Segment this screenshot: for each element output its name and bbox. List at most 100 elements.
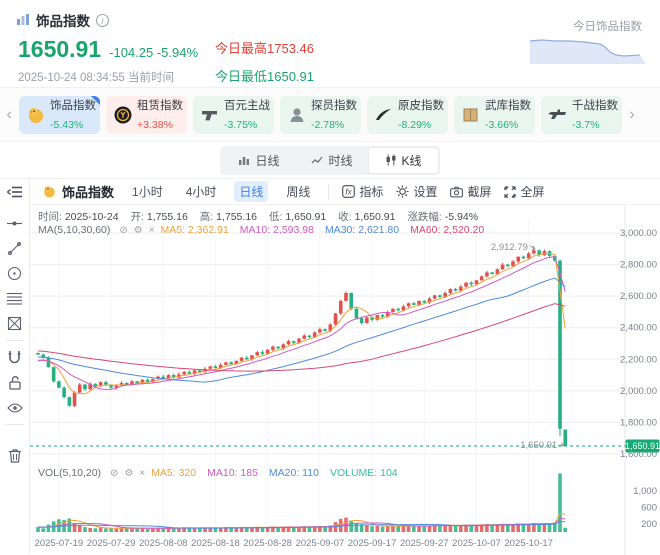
svg-text:2025-08-08: 2025-08-08 [139, 538, 188, 549]
index-chart-icon [16, 13, 30, 27]
today-low: 今日最低1650.91 [215, 66, 314, 85]
card-pct: -2.78% [311, 119, 344, 131]
screenshot-button[interactable]: 截屏 [450, 183, 491, 200]
button-label: 全屏 [520, 183, 544, 200]
tab-label: K线 [402, 152, 422, 169]
tab-daily-line[interactable]: 日线 [222, 148, 295, 173]
coin-icon [112, 105, 134, 125]
bar-chart-icon [238, 155, 250, 166]
svg-text:2025-09-07: 2025-09-07 [296, 538, 345, 549]
today-sparkline: 今日饰品指数 [530, 18, 646, 69]
svg-text:1,000: 1,000 [633, 486, 657, 497]
chart-panel: 饰品指数 1小时 4小时 日线 周线 fx 指标 设置 截屏 全屏 [0, 178, 660, 554]
range-1h[interactable]: 1小时 [127, 181, 168, 202]
index-card-yuanpi[interactable]: 原皮指数-8.29% [367, 96, 448, 134]
svg-text:1,800.00: 1,800.00 [620, 417, 657, 428]
svg-text:1,650.91: 1,650.91 [625, 441, 660, 451]
ma-info-bar: MA(5,10,30,60)⊘⚙× MA5: 2,362.91MA10: 2,5… [38, 224, 495, 236]
settings-button[interactable]: 设置 [396, 183, 437, 200]
index-card-zulin[interactable]: 租赁指数+3.38% [106, 96, 187, 134]
indicator-settings-icon[interactable]: ⚙ [134, 225, 143, 236]
range-1d[interactable]: 日线 [234, 181, 268, 202]
card-pct: -5.43% [50, 119, 83, 131]
svg-text:600: 600 [641, 502, 657, 513]
svg-text:fx: fx [346, 187, 353, 196]
tab-label: 日线 [255, 152, 279, 169]
svg-text:2025-09-17: 2025-09-17 [348, 538, 397, 549]
vol-info-bar: VOL(5,10,20)⊘⚙× MA5: 320MA10: 185MA20: 1… [38, 467, 409, 479]
tab-kline[interactable]: K线 [369, 148, 438, 173]
index-card-shipin[interactable]: 饰品指数 -5.43% [19, 96, 100, 134]
index-card-qianzhan[interactable]: 千战指数-3.7% [541, 96, 622, 134]
view-tabs-group: 日线 时线 K线 [220, 146, 439, 175]
trash-tool-icon[interactable] [0, 443, 30, 468]
pistol-icon [199, 105, 221, 125]
index-card-tanyuan[interactable]: 探员指数 -2.78% [280, 96, 361, 134]
remove-indicator-icon[interactable]: × [139, 468, 145, 479]
tab-label: 时线 [328, 152, 352, 169]
fibonacci-tool-icon[interactable] [0, 286, 30, 311]
card-pct: -3.75% [224, 119, 257, 131]
sparkline-chart [530, 34, 646, 64]
indicator-settings-icon[interactable]: ⚙ [124, 468, 133, 479]
card-name: 原皮指数 [398, 100, 444, 112]
lock-tool-icon[interactable] [0, 370, 30, 395]
svg-text:2,912.79: 2,912.79 [491, 242, 528, 253]
cards-prev-chevron[interactable]: ‹ [2, 106, 16, 124]
magnet-tool-icon[interactable] [0, 345, 30, 370]
svg-text:1,650.91: 1,650.91 [520, 440, 557, 451]
svg-text:2025-07-19: 2025-07-19 [35, 538, 84, 549]
indicator-fx-icon: fx [342, 185, 355, 198]
gear-icon [396, 185, 409, 198]
card-name: 武库指数 [485, 100, 531, 112]
hide-indicator-icon[interactable]: ⊘ [110, 468, 118, 479]
header: 饰品指数 i 1650.91 -104.25 -5.94% 2025-10-24… [0, 0, 660, 88]
svg-text:2025-07-29: 2025-07-29 [87, 538, 136, 549]
card-pct: +3.38% [137, 119, 173, 131]
today-high: 今日最高1753.46 [215, 38, 314, 57]
fullscreen-button[interactable]: 全屏 [504, 183, 544, 200]
agent-icon [286, 105, 308, 125]
page-title: 饰品指数 [36, 10, 90, 30]
range-1w[interactable]: 周线 [281, 181, 315, 202]
cards-next-chevron[interactable]: › [625, 106, 639, 124]
drawing-toolbar [0, 179, 30, 554]
collapse-sidebar-icon[interactable] [0, 179, 30, 205]
info-icon[interactable]: i [96, 14, 109, 27]
card-name: 千战指数 [572, 100, 618, 112]
button-label: 指标 [359, 183, 383, 200]
hide-indicator-icon[interactable]: ⊘ [119, 225, 127, 236]
candlestick-icon [385, 154, 397, 166]
indicators-button[interactable]: fx 指标 [342, 183, 383, 200]
card-name: 探员指数 [311, 100, 357, 112]
view-tabs-row: 日线 时线 K线 [0, 142, 660, 178]
toolbar-separator [328, 185, 329, 199]
app-root: 饰品指数 i 1650.91 -104.25 -5.94% 2025-10-24… [0, 0, 660, 554]
button-label: 设置 [413, 183, 437, 200]
index-card-wuku[interactable]: 武库指数 -3.66% [454, 96, 535, 134]
tab-time-line[interactable]: 时线 [295, 148, 368, 173]
trendline-tool-icon[interactable] [0, 236, 30, 261]
crosshair-tool-icon[interactable] [0, 211, 30, 236]
eye-tool-icon[interactable] [0, 395, 30, 420]
ohlc-info-bar: 时间: 2025-10-24开: 1,755.16高: 1,755.16低: 1… [38, 209, 490, 224]
chart-area[interactable]: 3,000.002,800.002,600.002,400.002,200.00… [30, 205, 660, 554]
candlestick-chart[interactable]: 3,000.002,800.002,600.002,400.002,200.00… [30, 205, 660, 555]
card-pct: -3.66% [485, 119, 518, 131]
chick-icon [25, 105, 47, 125]
svg-text:2025-09-27: 2025-09-27 [400, 538, 449, 549]
svg-text:200: 200 [641, 519, 657, 530]
svg-text:2,400.00: 2,400.00 [620, 323, 657, 334]
remove-indicator-icon[interactable]: × [149, 225, 155, 236]
fullscreen-icon [504, 186, 516, 198]
svg-text:2,800.00: 2,800.00 [620, 260, 657, 271]
svg-text:2025-10-17: 2025-10-17 [504, 538, 553, 549]
index-cards-bar: ‹ 饰品指数 -5.43% 租赁指数+3.38% 百元主战-3.75% 探员指数 -… [0, 88, 660, 142]
ellipse-tool-icon[interactable] [0, 261, 30, 286]
pattern-tool-icon[interactable] [0, 311, 30, 336]
rifle-icon [547, 105, 569, 125]
index-card-baiyuan[interactable]: 百元主战-3.75% [193, 96, 274, 134]
toolbar-divider [6, 424, 24, 425]
range-4h[interactable]: 4小时 [181, 181, 222, 202]
card-name: 饰品指数 [50, 100, 96, 112]
